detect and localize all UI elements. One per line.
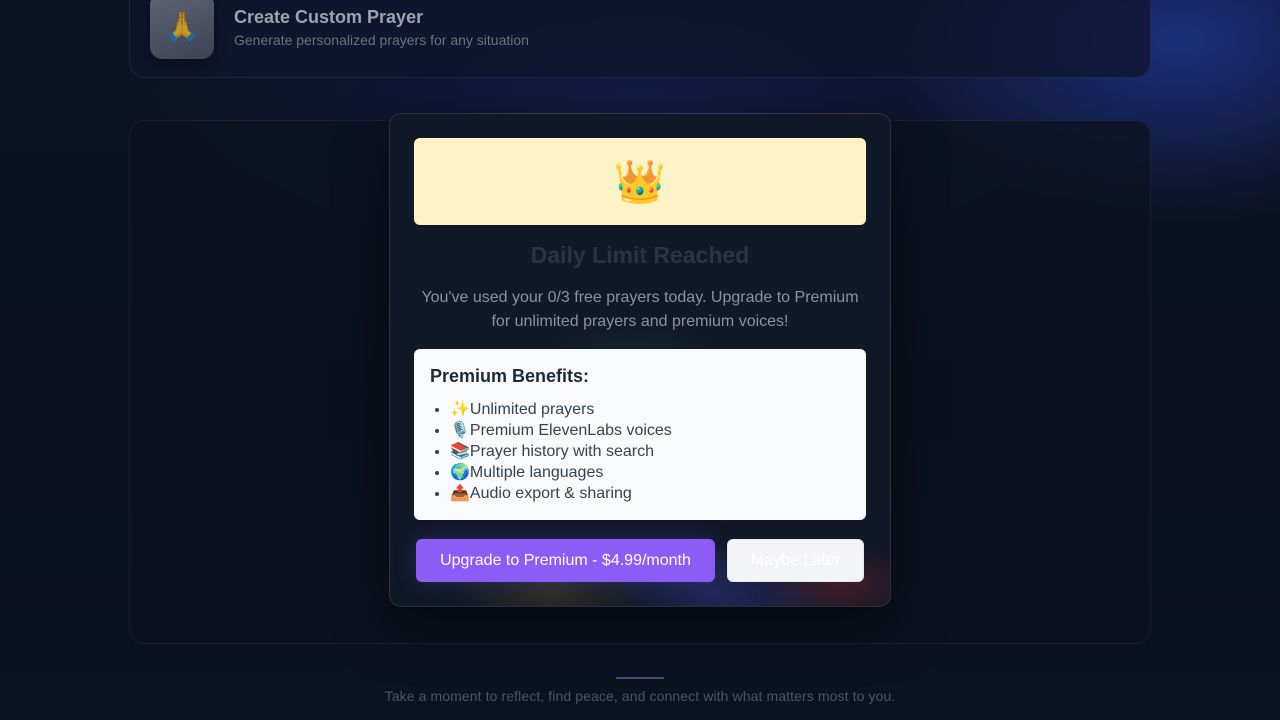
benefit-label: Prayer history with search bbox=[469, 443, 654, 460]
list-item: 📤Audio export & sharing bbox=[450, 483, 850, 504]
list-item: 📚Prayer history with search bbox=[450, 441, 850, 462]
create-custom-prayer-card[interactable]: 🙏 Create Custom Prayer Generate personal… bbox=[129, 0, 1151, 78]
benefit-label: Premium ElevenLabs voices bbox=[469, 422, 672, 439]
globe-icon: 🌍 bbox=[450, 464, 470, 481]
outbox-tray-icon: 📤 bbox=[450, 485, 470, 502]
footer-divider bbox=[616, 677, 664, 679]
benefit-label: Unlimited prayers bbox=[469, 401, 595, 418]
modal-message: You've used your 0/3 free prayers today.… bbox=[421, 289, 859, 330]
crown-banner: 👑 bbox=[414, 138, 866, 225]
crown-icon: 👑 bbox=[613, 156, 667, 206]
upgrade-button[interactable]: Upgrade to Premium - $4.99/month bbox=[416, 539, 715, 582]
upgrade-modal: 👑 Daily Limit Reached You've used your 0… bbox=[389, 113, 891, 607]
footer-text: Take a moment to reflect, find peace, an… bbox=[384, 688, 896, 704]
benefits-title: Premium Benefits: bbox=[430, 366, 590, 386]
microphone-icon: 🎙️ bbox=[450, 422, 470, 439]
maybe-later-button[interactable]: Maybe Later bbox=[727, 539, 864, 582]
benefit-label: Multiple languages bbox=[469, 464, 604, 481]
card-title: Create Custom Prayer bbox=[234, 7, 424, 27]
sparkles-icon: ✨ bbox=[450, 401, 470, 418]
praying-hands-icon: 🙏 bbox=[150, 0, 214, 59]
benefit-label: Audio export & sharing bbox=[469, 485, 632, 502]
modal-title: Daily Limit Reached bbox=[530, 242, 750, 268]
books-icon: 📚 bbox=[450, 443, 470, 460]
list-item: 🌍Multiple languages bbox=[450, 462, 850, 483]
card-subtitle: Generate personalized prayers for any si… bbox=[234, 32, 529, 48]
list-item: 🎙️Premium ElevenLabs voices bbox=[450, 420, 850, 441]
benefits-list: ✨Unlimited prayers 🎙️Premium ElevenLabs … bbox=[430, 399, 850, 504]
list-item: ✨Unlimited prayers bbox=[450, 399, 850, 420]
premium-benefits-box: Premium Benefits: ✨Unlimited prayers 🎙️P… bbox=[414, 349, 866, 520]
